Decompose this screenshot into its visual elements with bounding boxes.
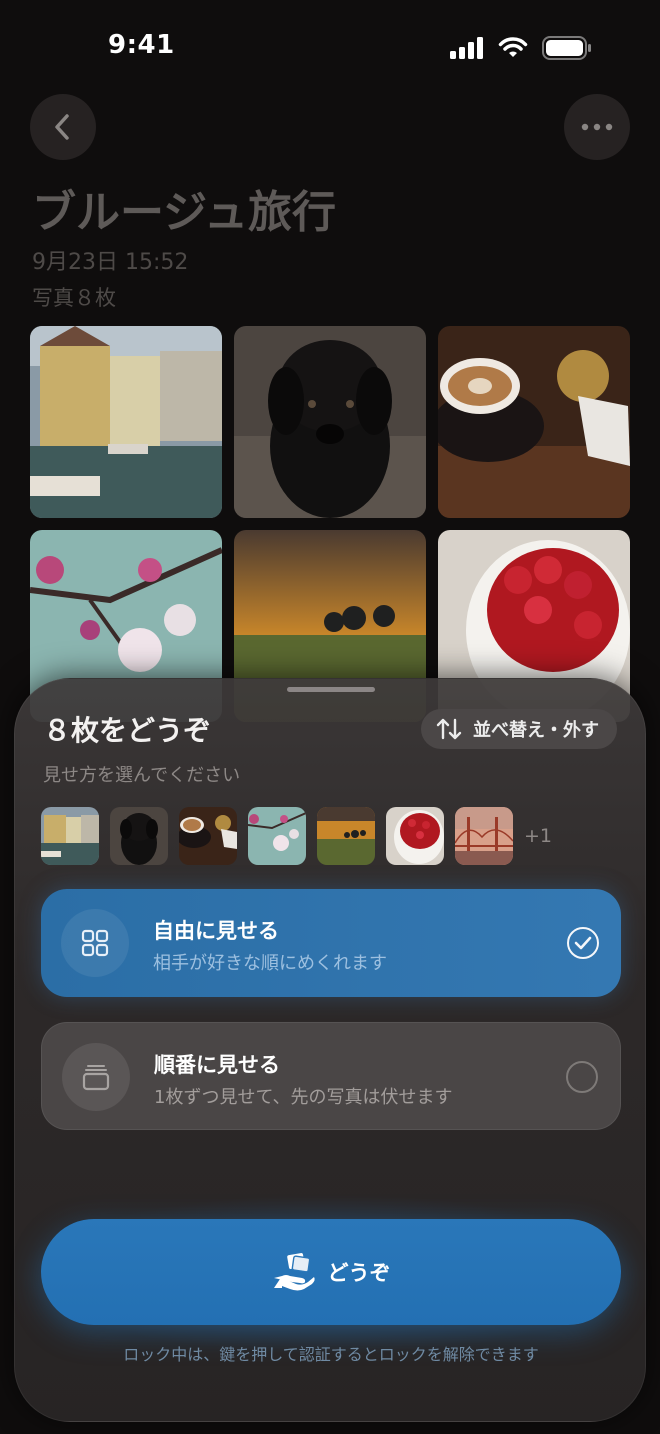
photo-latte[interactable] [438, 326, 630, 518]
more-photos-count: +1 [524, 825, 553, 847]
option-free-desc: 相手が好きな順にめくれます [153, 953, 387, 974]
chevron-left-icon [55, 114, 69, 140]
option-free-title: 自由に見せる [153, 919, 279, 943]
option-seq-desc: 1枚ずつ見せて、先の写真は伏せます [154, 1087, 453, 1108]
option-free-icon-wrap [61, 909, 129, 977]
reorder-remove-button[interactable]: 並べ替え・外す [421, 709, 617, 749]
sheet-subtitle: 見せ方を選んでください [43, 765, 241, 786]
lock-note: ロック中は、鍵を押して認証するとロックを解除できます [123, 1345, 539, 1364]
cellular-signal-icon [450, 37, 483, 59]
thumb-black-dog [110, 807, 168, 865]
selected-thumbnails: +1 [41, 807, 552, 865]
thumb-golden-gate [455, 807, 513, 865]
sort-arrows-icon [436, 718, 462, 740]
option-free-view[interactable]: 自由に見せる 相手が好きな順にめくれます [41, 889, 621, 997]
grid-icon [81, 929, 109, 957]
thumb-latte [179, 807, 237, 865]
thumb-canal [41, 807, 99, 865]
checkmark-icon [567, 927, 599, 959]
sheet-title: ８枚をどうぞ [43, 714, 212, 747]
hand-offering-photos-icon [273, 1253, 315, 1291]
stack-icon [82, 1065, 110, 1091]
thumb-sunset-field [317, 807, 375, 865]
ellipsis-icon [581, 123, 613, 131]
album-title: ブルージュ旅行 [32, 187, 337, 238]
radio-empty-icon [566, 1061, 598, 1093]
give-button[interactable]: どうぞ [41, 1219, 621, 1325]
status-bar: 9:41 [0, 0, 660, 96]
give-button-label: どうぞ [327, 1261, 391, 1285]
more-button[interactable] [564, 94, 630, 160]
status-time: 9:41 [108, 30, 175, 60]
battery-icon [542, 36, 591, 60]
thumb-cherry-blossom [248, 807, 306, 865]
share-sheet: ８枚をどうぞ 並べ替え・外す 見せ方を選んでください +1 自由に見せる 相手が… [14, 678, 647, 1422]
sheet-grabber[interactable] [287, 687, 375, 692]
wifi-icon [498, 37, 528, 57]
album-photo-count: 写真８枚 [32, 286, 116, 310]
status-icons [450, 36, 592, 60]
thumb-raspberries [386, 807, 444, 865]
option-sequential-view[interactable]: 順番に見せる 1枚ずつ見せて、先の写真は伏せます [41, 1022, 621, 1130]
reorder-label: 並べ替え・外す [473, 720, 599, 741]
option-seq-title: 順番に見せる [154, 1053, 280, 1077]
back-button[interactable] [30, 94, 96, 160]
album-date: 9月23日 15:52 [32, 250, 189, 275]
photo-canal[interactable] [30, 326, 222, 518]
option-seq-icon-wrap [62, 1043, 130, 1111]
photo-black-dog[interactable] [234, 326, 426, 518]
